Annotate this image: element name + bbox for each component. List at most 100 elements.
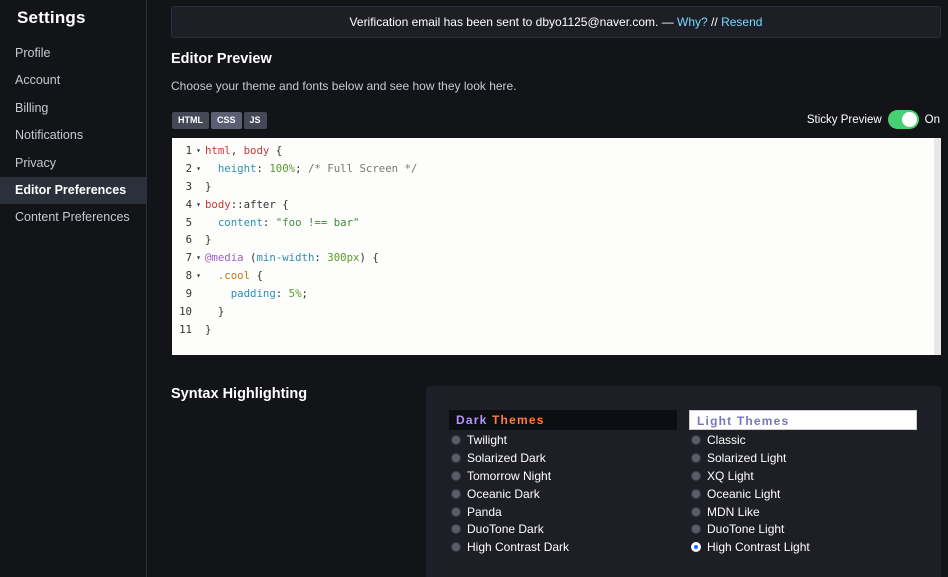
tab-css[interactable]: CSS [211,112,242,129]
theme-option-oceanic-dark[interactable]: Oceanic Dark [449,485,677,503]
fold-arrow-icon[interactable]: ▾ [192,160,205,178]
theme-option-high-contrast-dark[interactable]: High Contrast Dark [449,538,677,556]
theme-option-solarized-dark[interactable]: Solarized Dark [449,449,677,467]
tab-html[interactable]: HTML [172,112,209,129]
theme-option-duotone-light[interactable]: DuoTone Light [689,520,917,538]
light-themes-column: Light Themes Classic Solarized Light XQ Li… [689,410,917,556]
code-line: 10 } [172,303,941,321]
radio-button[interactable] [691,506,701,517]
fold-arrow-icon[interactable]: ▾ [192,267,205,285]
code-line: 1 ▾ html, body { [172,142,941,160]
editor-scrollbar[interactable] [934,138,941,355]
code-line: 7 ▾ @media (min-width: 300px) { [172,249,941,267]
dark-themes-heading: Dark Themes [449,410,677,430]
fold-arrow-icon [192,285,205,303]
line-number: 6 [185,233,192,247]
resend-link[interactable]: Resend [721,15,762,29]
sidebar-item-editor-preferences[interactable]: Editor Preferences [0,176,146,205]
code-text: content: "foo !== bar" [217,215,360,229]
radio-button[interactable] [691,524,701,535]
tab-js[interactable]: JS [243,112,267,129]
fold-arrow-icon [192,178,205,196]
theme-option-label: Oceanic Dark [467,486,540,501]
line-number: 11 [179,322,192,336]
line-number: 2 [185,161,192,175]
fold-arrow-icon [192,214,205,232]
code-text: } [205,305,225,319]
code-text: } [205,322,212,336]
radio-button[interactable] [451,542,461,553]
sidebar-item-content-preferences[interactable]: Content Preferences [0,204,146,231]
line-number: 5 [185,215,192,229]
theme-option-tomorrow-night[interactable]: Tomorrow Night [449,467,677,485]
code-line: 2 ▾ height: 100%; /* Full Screen */ [172,160,941,178]
sidebar-item-privacy[interactable]: Privacy [0,150,146,177]
radio-button[interactable] [691,470,701,481]
theme-option-label: Solarized Light [707,450,787,465]
theme-option-label: DuoTone Dark [467,522,544,537]
theme-option-classic[interactable]: Classic [689,431,917,449]
radio-button[interactable] [451,470,461,481]
code-text: html, body { [205,144,283,157]
fold-arrow-icon [192,321,205,339]
line-number: 7 [185,251,192,265]
theme-option-xq-light[interactable]: XQ Light [689,467,917,485]
fold-arrow-icon[interactable]: ▾ [192,249,205,267]
radio-button[interactable] [691,452,701,463]
radio-button[interactable] [451,524,461,535]
code-text: body::after { [205,197,289,211]
theme-option-label: DuoTone Light [707,522,785,537]
theme-option-high-contrast-light[interactable]: High Contrast Light [689,538,917,556]
theme-option-label: Oceanic Light [707,486,781,501]
theme-option-mdn-like[interactable]: MDN Like [689,503,917,521]
code-lines: 1 ▾ html, body {2 ▾ height: 100%; /* Full S… [172,142,941,339]
theme-option-label: XQ Light [707,468,754,483]
radio-button[interactable] [691,434,701,445]
line-number: 8 [185,269,192,283]
theme-option-label: Solarized Dark [467,450,546,465]
theme-option-oceanic-light[interactable]: Oceanic Light [689,485,917,503]
editor-preview-description: Choose your theme and fonts below and se… [171,79,517,93]
theme-option-panda[interactable]: Panda [449,503,677,521]
toggle-knob [901,112,917,127]
radio-button[interactable] [451,452,461,463]
why-link[interactable]: Why? [677,15,708,29]
theme-option-label: High Contrast Light [707,540,810,555]
radio-button[interactable] [691,542,701,553]
radio-button[interactable] [451,488,461,499]
sidebar-item-billing[interactable]: Billing [0,95,146,122]
radio-button[interactable] [691,488,701,499]
theme-option-label: MDN Like [707,504,760,519]
code-text: @media (min-width: 300px) { [205,251,379,265]
code-text: .cool { [217,269,263,283]
sticky-preview-toggle[interactable] [887,110,919,129]
code-text: height: 100%; /* Full Screen */ [217,161,418,175]
sidebar-item-notifications[interactable]: Notifications [0,122,146,149]
settings-sidebar: Settings Profile Account Billing Notificati… [0,0,147,577]
radio-button[interactable] [451,506,461,517]
dark-heading-word: Dark [456,413,488,427]
theme-option-twilight[interactable]: Twilight [449,431,677,449]
syntax-highlighting-title: Syntax Highlighting [171,386,308,402]
sidebar-item-account[interactable]: Account [0,67,146,94]
fold-arrow-icon[interactable]: ▾ [192,142,205,160]
theme-option-label: Classic [707,432,746,447]
sidebar-item-profile[interactable]: Profile [0,40,146,67]
themes-heading-word: Themes [492,413,545,427]
preview-tabs: HTML CSS JS [172,112,267,129]
sidebar-title: Settings [17,8,86,27]
theme-option-duotone-dark[interactable]: DuoTone Dark [449,520,677,538]
code-line: 5 content: "foo !== bar" [172,214,941,232]
fold-arrow-icon [192,303,205,321]
fold-arrow-icon[interactable]: ▾ [192,196,205,214]
code-text: padding: 5%; [230,287,308,301]
line-number: 4 [185,197,192,211]
sticky-preview-control: Sticky Preview On [807,110,940,129]
line-number: 10 [179,305,192,319]
verification-banner: Verification email has been sent to dbyo… [171,6,941,38]
theme-option-solarized-light[interactable]: Solarized Light [689,449,917,467]
line-number: 9 [185,287,192,301]
theme-option-label: Panda [467,504,502,519]
code-preview-editor[interactable]: 1 ▾ html, body {2 ▾ height: 100%; /* Full S… [172,138,941,355]
radio-button[interactable] [451,434,461,445]
